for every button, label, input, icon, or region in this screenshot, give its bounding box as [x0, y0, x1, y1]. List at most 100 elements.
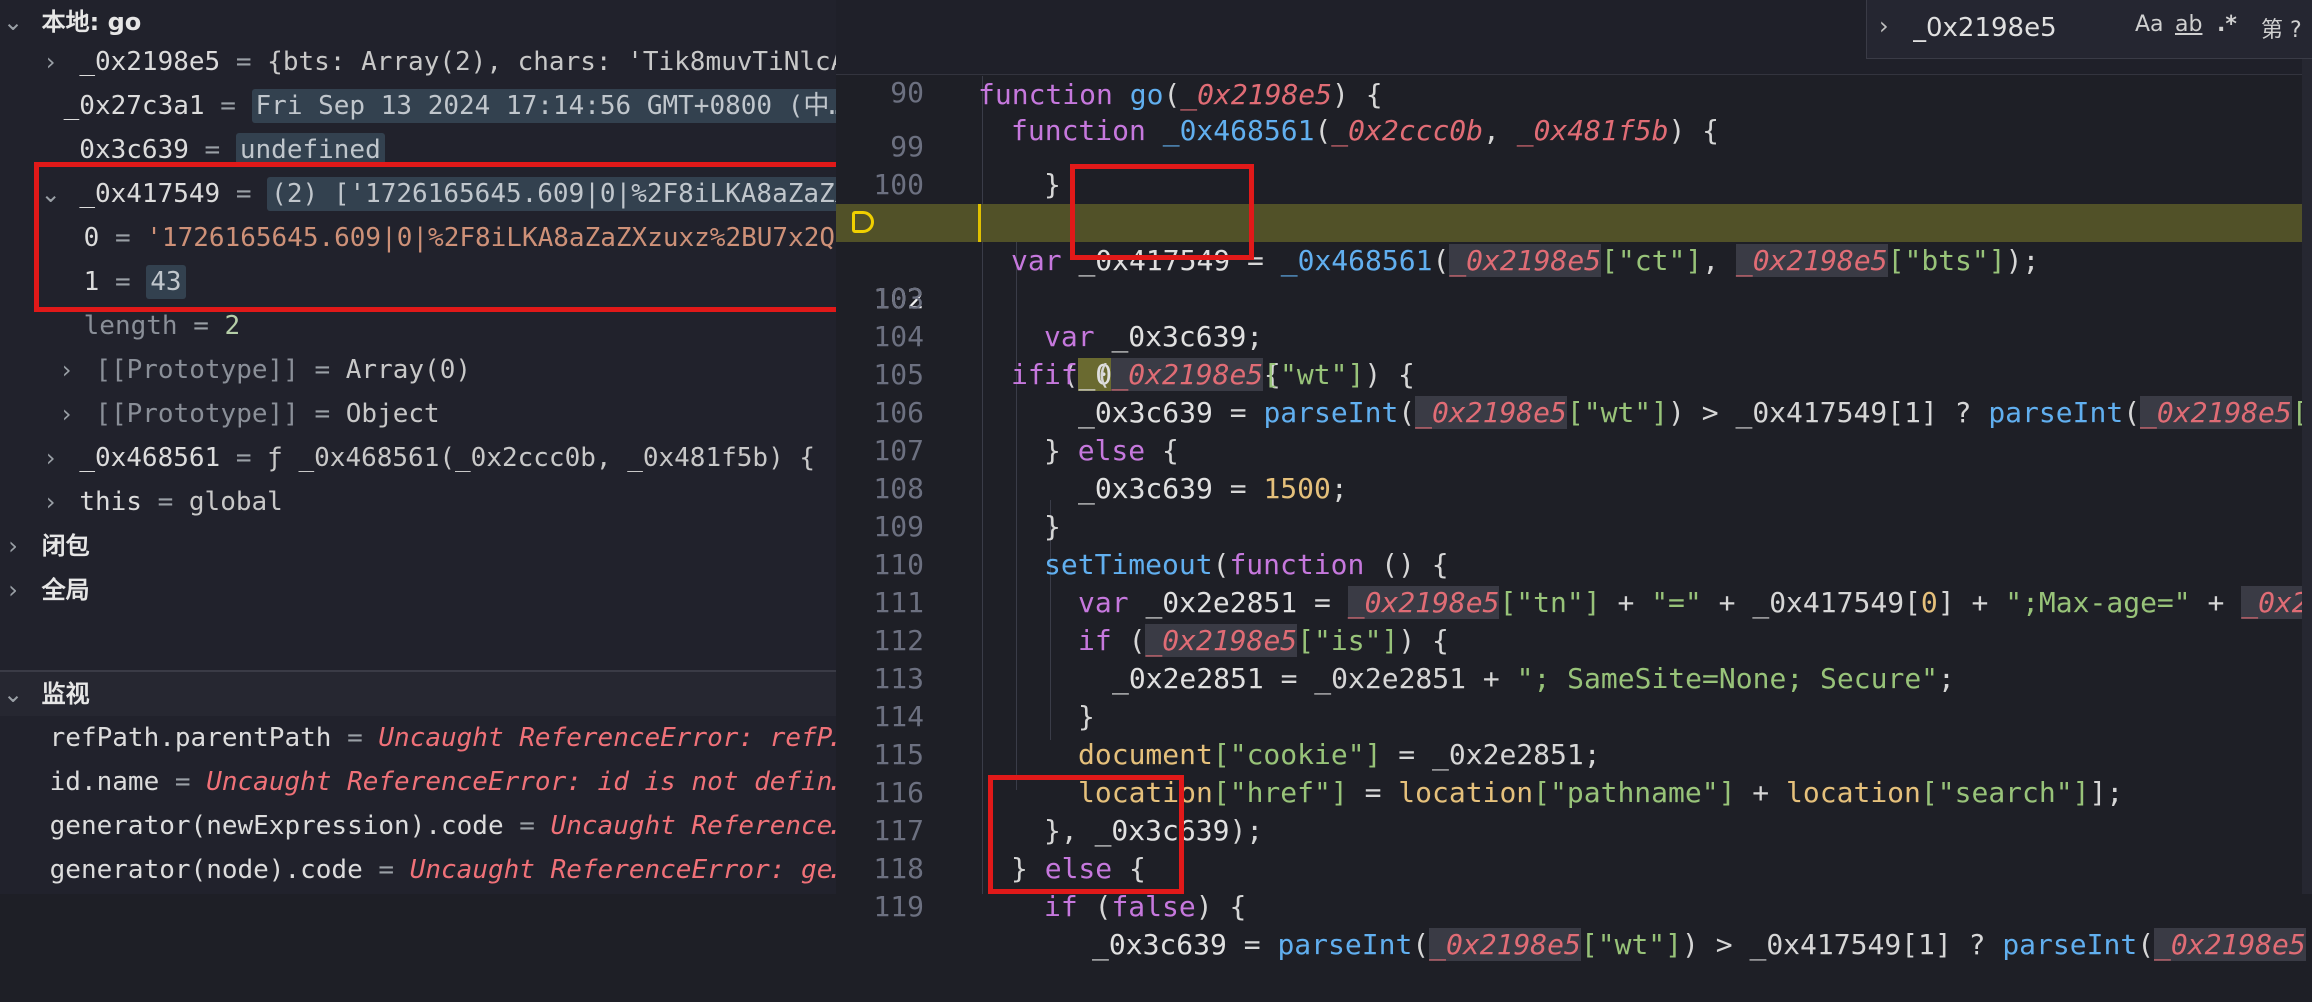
scope-global-header[interactable]: › 全局	[0, 568, 836, 612]
var-value: Array(0)	[345, 355, 472, 385]
code-line[interactable]: 110 var _0x2e2851 = _0x2198e5["tn"] + "=…	[836, 508, 2312, 619]
var-key: length	[83, 311, 178, 341]
code-editor[interactable]: 88 function go(_0x2198e5) { 90 function …	[836, 0, 2312, 961]
scope-global-title: 全局	[41, 576, 90, 604]
scope-var-row[interactable]: › this = global	[0, 480, 836, 524]
var-eq: =	[314, 399, 331, 429]
code-token: (	[2137, 928, 2155, 961]
breakpoint-paused-icon[interactable]	[852, 211, 874, 233]
code-line[interactable]: 116 }, _0x3c639);	[836, 736, 2312, 847]
var-key: [[Prototype]]	[95, 399, 299, 429]
watch-value: Uncaught ReferenceError: ge…	[409, 855, 836, 885]
scope-local-title: 本地: go	[41, 8, 142, 36]
var-eq: =	[204, 135, 221, 165]
code-token: _0x2198e5	[1429, 928, 1581, 961]
var-value: Object	[345, 399, 440, 429]
var-eq: =	[235, 443, 252, 473]
code-token: ["	[2306, 928, 2312, 961]
var-eq: =	[220, 91, 236, 121]
code-line[interactable]: 115 location["href"] = location["pathnam…	[836, 698, 2312, 809]
chevron-right-icon[interactable]: ›	[54, 392, 80, 436]
watch-item[interactable]: generator(newExpression).code = Uncaught…	[0, 804, 836, 848]
var-eq: =	[157, 487, 174, 517]
watch-value: Uncaught ReferenceError: refP…	[378, 723, 836, 753]
var-eq: =	[519, 811, 535, 841]
chevron-right-icon[interactable]: ›	[54, 348, 80, 392]
chevron-right-icon[interactable]: ›	[38, 436, 64, 480]
watch-header[interactable]: ⌄ 监视	[0, 672, 836, 716]
find-result-count: 第 ?	[2261, 18, 2302, 43]
find-input[interactable]	[1911, 6, 2105, 50]
code-line[interactable]: 111 if (_0x2198e5["is"]) {	[836, 546, 2312, 657]
var-key: this	[79, 487, 142, 517]
var-eq: =	[193, 311, 209, 341]
var-key: _0x27c3a1	[63, 91, 205, 121]
code-line[interactable]: 107 _0x3c639 = 1500;	[836, 394, 2312, 505]
watch-item[interactable]: id.name = Uncaught ReferenceError: id is…	[0, 760, 836, 804]
code-line[interactable]: 106 } else {	[836, 356, 2312, 467]
whole-word-button[interactable]: ab	[2175, 12, 2202, 37]
var-key: _0x468561	[79, 443, 221, 473]
code-token: (	[1412, 928, 1430, 961]
chevron-right-icon[interactable]: ›	[0, 524, 26, 568]
code-line[interactable]: 112 _0x2e2851 = _0x2e2851 + "; SameSite=…	[836, 584, 2312, 695]
var-eq: =	[378, 855, 395, 885]
code-line[interactable]: 109 setTimeout(function () {	[836, 470, 2312, 581]
var-eq: =	[347, 723, 363, 753]
scope-closure-title: 闭包	[41, 532, 90, 560]
var-value: Fri Sep 13 2024 17:14:56 GMT+0800 (中…	[251, 89, 836, 123]
code-line[interactable]: 113 }	[836, 622, 2312, 733]
match-case-button[interactable]: Aa	[2135, 12, 2164, 37]
watch-item[interactable]: generator(node).code = Uncaught Referenc…	[0, 848, 836, 892]
debug-scope-panel: ⌄ 本地: go › _0x2198e5 = {bts: Array(2), c…	[0, 0, 850, 894]
code-line[interactable]: 101 var _0x417549 = _0x468561(_0x2198e5[…	[836, 166, 2312, 277]
scope-var-row[interactable]: › _0x468561 = ƒ _0x468561(_0x2ccc0b, _0x…	[0, 436, 836, 480]
scope-local-header[interactable]: ⌄ 本地: go	[0, 0, 836, 44]
var-eq: =	[314, 355, 331, 385]
code-line[interactable]: 99 }	[836, 90, 2312, 201]
chevron-right-icon[interactable]: ›	[38, 40, 64, 84]
scope-var-row[interactable]: › _0x2198e5 = {bts: Array(2), chars: 'Ti…	[0, 40, 836, 84]
chevron-down-icon[interactable]: ⌄	[0, 0, 26, 44]
chevron-right-icon[interactable]: ›	[1879, 12, 1889, 40]
code-line[interactable]: 100 }	[836, 128, 2312, 239]
editor-scrollbar[interactable]	[2302, 58, 2312, 894]
code-line[interactable]: 108 }	[836, 432, 2312, 543]
watch-title: 监视	[41, 680, 90, 708]
watch-value: Uncaught ReferenceError: id is not defin…	[206, 767, 836, 797]
watch-item[interactable]: refPath.parentPath = Uncaught ReferenceE…	[0, 716, 836, 760]
code-token: if	[1044, 890, 1078, 923]
chevron-right-icon[interactable]: ›	[0, 568, 26, 612]
scope-var-row[interactable]: _0x27c3a1 = Fri Sep 13 2024 17:14:56 GMT…	[0, 84, 836, 128]
watch-value: Uncaught Reference…	[550, 811, 836, 841]
scope-closure-header[interactable]: › 闭包	[0, 524, 836, 568]
code-line[interactable]: 114 document["cookie"] = _0x2e2851;	[836, 660, 2312, 771]
var-value: global	[188, 487, 283, 517]
watch-expr: generator(node).code	[49, 855, 363, 885]
current-execution-line[interactable]: 102 if (_0x417549) {	[836, 204, 2312, 391]
watch-expr: generator(newExpression).code	[49, 811, 504, 841]
chevron-right-icon[interactable]: ›	[38, 480, 64, 524]
code-token: false	[1111, 890, 1196, 923]
var-value: 2	[224, 311, 241, 341]
var-key: _0x3c639	[63, 135, 189, 165]
find-widget: › Aa ab .* 第 ?	[1866, 0, 2312, 59]
code-token: ["wt"]	[1580, 928, 1683, 961]
watch-expr: id.name	[49, 767, 160, 797]
code-token: parseInt	[1277, 928, 1413, 961]
var-eq: =	[174, 767, 191, 797]
code-token: ) > _0x417549[1] ?	[1682, 928, 2003, 961]
prototype-row[interactable]: › [[Prototype]] = Array(0)	[0, 348, 836, 392]
var-eq: =	[235, 47, 252, 77]
var-key: _0x2198e5	[79, 47, 221, 77]
var-value: ƒ _0x468561(_0x2ccc0b, _0x481f5b) {	[267, 443, 816, 473]
code-token: _0x3c639	[1092, 928, 1227, 961]
chevron-down-icon[interactable]: ⌄	[0, 672, 26, 716]
code-line[interactable]: 104 if (_0x2198e5["wt"]) {	[836, 280, 2312, 391]
annotation-red-box	[34, 162, 850, 312]
regex-button[interactable]: .*	[2217, 12, 2237, 37]
var-key: [[Prototype]]	[95, 355, 299, 385]
code-line[interactable]: 105 _0x3c639 = parseInt(_0x2198e5["wt"])…	[836, 318, 2312, 429]
code-line[interactable]: 103 var _0x3c639;	[836, 242, 2312, 353]
prototype-row[interactable]: › [[Prototype]] = Object	[0, 392, 836, 436]
